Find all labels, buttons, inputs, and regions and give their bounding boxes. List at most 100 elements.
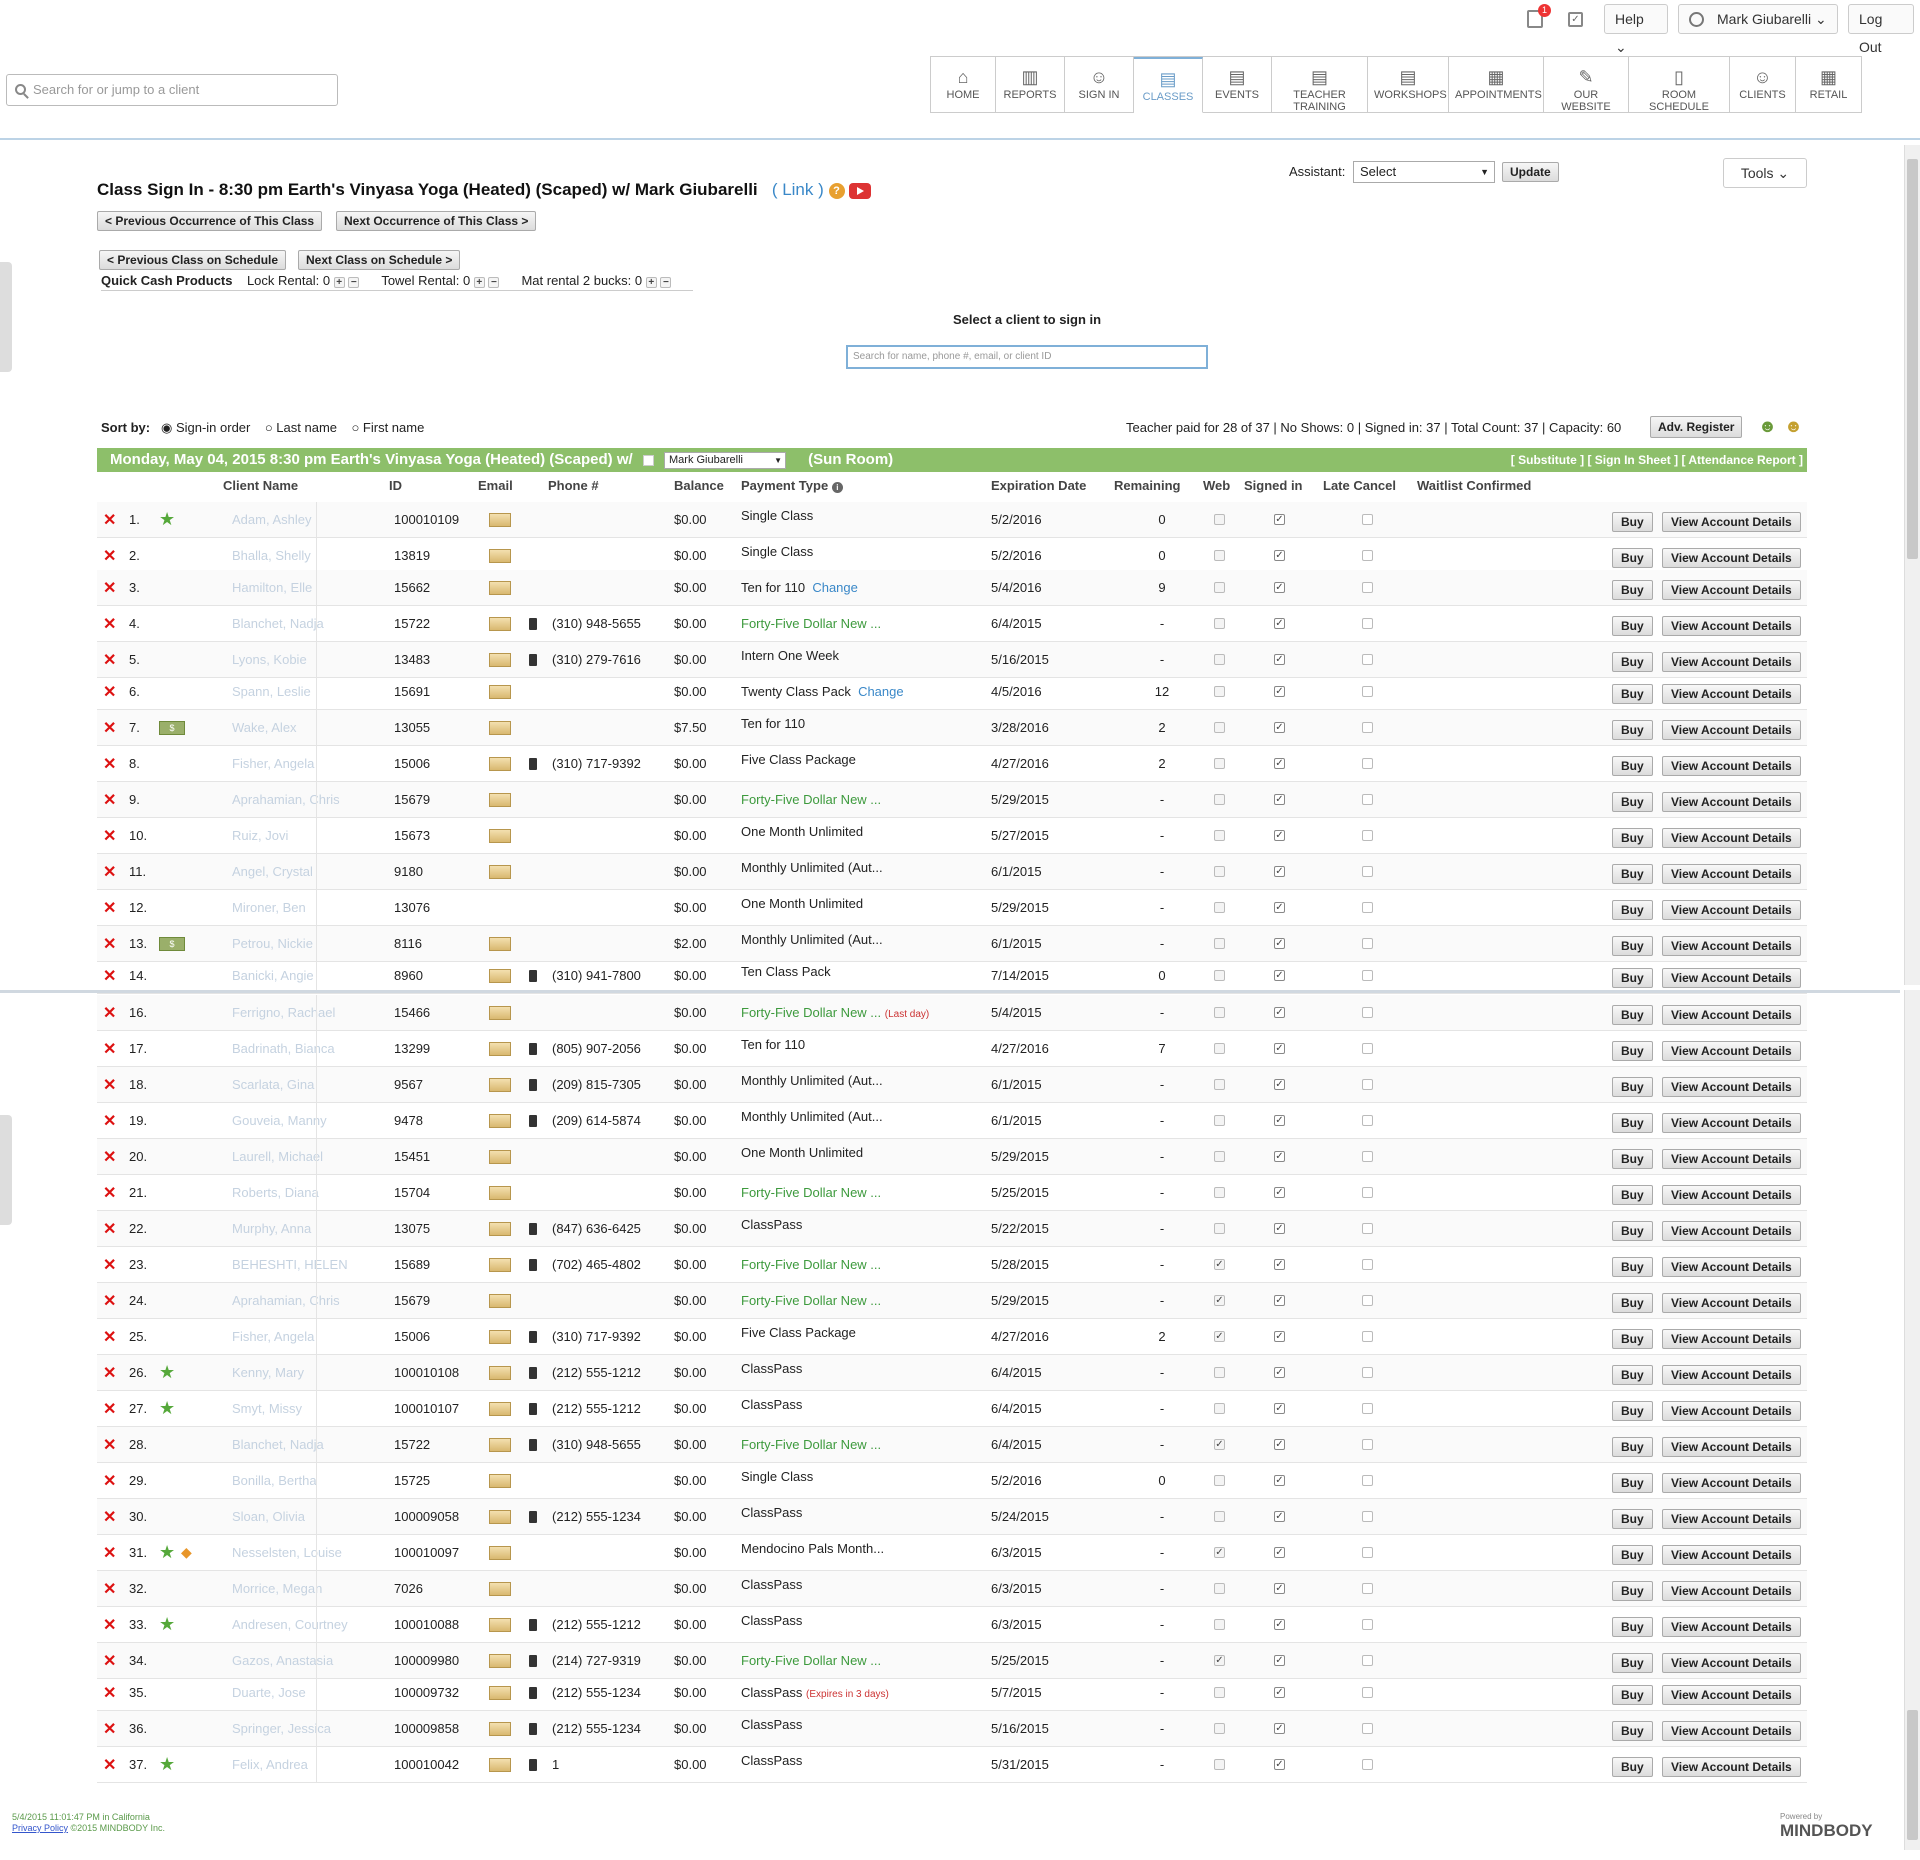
payment-type-label[interactable]: Forty-Five Dollar New ... [741, 1653, 881, 1668]
email-icon[interactable] [489, 829, 511, 843]
payment-type-label[interactable]: Forty-Five Dollar New ... [741, 1293, 881, 1308]
client-name-link[interactable]: Aprahamian, Chris [232, 1293, 340, 1308]
web-checkbox[interactable] [1214, 1115, 1225, 1126]
late-cancel-checkbox[interactable] [1362, 722, 1373, 733]
view-account-details-button[interactable]: View Account Details [1662, 1221, 1801, 1241]
late-cancel-checkbox[interactable] [1362, 1687, 1373, 1698]
view-account-details-button[interactable]: View Account Details [1662, 1401, 1801, 1421]
remove-icon[interactable]: ✕ [103, 1683, 116, 1703]
late-cancel-checkbox[interactable] [1362, 1655, 1373, 1666]
client-name-link[interactable]: Fisher, Angela [232, 756, 314, 771]
remove-icon[interactable]: ✕ [103, 862, 116, 882]
email-icon[interactable] [489, 937, 511, 951]
client-name-link[interactable]: Gouveia, Manny [232, 1113, 327, 1128]
client-name-link[interactable]: Roberts, Diana [232, 1185, 319, 1200]
late-cancel-checkbox[interactable] [1362, 1187, 1373, 1198]
buy-button[interactable]: Buy [1612, 684, 1653, 704]
signed-in-checkbox[interactable]: ✓ [1274, 1687, 1285, 1698]
web-checkbox[interactable] [1214, 582, 1225, 593]
col-client-name[interactable]: Client Name [223, 478, 298, 493]
payment-type-label[interactable]: Forty-Five Dollar New ... [741, 1185, 881, 1200]
view-account-details-button[interactable]: View Account Details [1662, 512, 1801, 532]
buy-button[interactable]: Buy [1612, 1437, 1653, 1457]
col-balance[interactable]: Balance [674, 478, 724, 493]
scrollbar-thumb[interactable] [1907, 159, 1918, 559]
signed-in-checkbox[interactable]: ✓ [1274, 1259, 1285, 1270]
email-icon[interactable] [489, 1722, 511, 1736]
class-link[interactable]: Link [782, 180, 813, 199]
web-checkbox[interactable] [1214, 970, 1225, 981]
signed-in-checkbox[interactable]: ✓ [1274, 514, 1285, 525]
remove-icon[interactable]: ✕ [103, 1435, 116, 1455]
tools-dropdown[interactable]: Tools ⌄ [1723, 158, 1807, 188]
signed-in-checkbox[interactable]: ✓ [1274, 654, 1285, 665]
view-account-details-button[interactable]: View Account Details [1662, 1005, 1801, 1025]
email-icon[interactable] [489, 1186, 511, 1200]
buy-button[interactable]: Buy [1612, 968, 1653, 988]
client-name-link[interactable]: Morrice, Megan [232, 1581, 322, 1596]
client-name-link[interactable]: Bonilla, Bertha [232, 1473, 317, 1488]
nav-workshops[interactable]: ▤ WORKSHOPS [1368, 57, 1449, 113]
email-icon[interactable] [489, 653, 511, 667]
remove-icon[interactable]: ✕ [103, 1755, 116, 1775]
late-cancel-checkbox[interactable] [1362, 1759, 1373, 1770]
view-account-details-button[interactable]: View Account Details [1662, 1113, 1801, 1133]
email-icon[interactable] [489, 1654, 511, 1668]
late-cancel-checkbox[interactable] [1362, 938, 1373, 949]
change-link[interactable]: Change [812, 580, 858, 595]
change-link[interactable]: Change [858, 684, 904, 699]
email-icon[interactable] [489, 1006, 511, 1020]
signed-in-checkbox[interactable]: ✓ [1274, 902, 1285, 913]
scrollbar-top[interactable] [1904, 145, 1920, 985]
remove-icon[interactable]: ✕ [103, 1291, 116, 1311]
scrollbar-bottom[interactable] [1904, 990, 1920, 1850]
web-checkbox[interactable] [1214, 1475, 1225, 1486]
buy-button[interactable]: Buy [1612, 1221, 1653, 1241]
late-cancel-checkbox[interactable] [1362, 1079, 1373, 1090]
signed-in-checkbox[interactable]: ✓ [1274, 1655, 1285, 1666]
nav-reports[interactable]: ▥ REPORTS [996, 57, 1065, 113]
email-icon[interactable] [489, 865, 511, 879]
view-account-details-button[interactable]: View Account Details [1662, 684, 1801, 704]
minus-icon[interactable]: − [488, 277, 500, 288]
signed-in-checkbox[interactable]: ✓ [1274, 582, 1285, 593]
signed-in-checkbox[interactable]: ✓ [1274, 1547, 1285, 1558]
buy-button[interactable]: Buy [1612, 512, 1653, 532]
nav-appointments[interactable]: ▦ APPOINTMENTS [1449, 57, 1544, 113]
remove-icon[interactable]: ✕ [103, 1507, 116, 1527]
view-account-details-button[interactable]: View Account Details [1662, 652, 1801, 672]
web-checkbox[interactable]: ✓ [1214, 1439, 1225, 1450]
remove-icon[interactable]: ✕ [103, 1003, 116, 1023]
late-cancel-checkbox[interactable] [1362, 1367, 1373, 1378]
buy-button[interactable]: Buy [1612, 792, 1653, 812]
signed-in-checkbox[interactable]: ✓ [1274, 1223, 1285, 1234]
signed-in-checkbox[interactable]: ✓ [1274, 1043, 1285, 1054]
email-icon[interactable] [489, 581, 511, 595]
web-checkbox[interactable] [1214, 1687, 1225, 1698]
teacher-checkbox[interactable] [642, 454, 654, 466]
view-account-details-button[interactable]: View Account Details [1662, 1293, 1801, 1313]
client-name-link[interactable]: Banicki, Angie [232, 968, 314, 983]
remove-icon[interactable]: ✕ [103, 546, 116, 566]
remove-icon[interactable]: ✕ [103, 1039, 116, 1059]
client-name-link[interactable]: Badrinath, Bianca [232, 1041, 335, 1056]
signed-in-checkbox[interactable]: ✓ [1274, 722, 1285, 733]
web-checkbox[interactable] [1214, 1079, 1225, 1090]
client-name-link[interactable]: Lyons, Kobie [232, 652, 307, 667]
minus-icon[interactable]: − [660, 277, 672, 288]
client-name-link[interactable]: Angel, Crystal [232, 864, 313, 879]
late-cancel-checkbox[interactable] [1362, 1259, 1373, 1270]
client-name-link[interactable]: Blanchet, Nadja [232, 1437, 324, 1452]
view-account-details-button[interactable]: View Account Details [1662, 1721, 1801, 1741]
tasks-icon[interactable]: ✓ [1568, 12, 1583, 27]
view-account-details-button[interactable]: View Account Details [1662, 1685, 1801, 1705]
signed-in-checkbox[interactable]: ✓ [1274, 1295, 1285, 1306]
signed-in-checkbox[interactable]: ✓ [1274, 1367, 1285, 1378]
signed-in-checkbox[interactable]: ✓ [1274, 686, 1285, 697]
signed-in-checkbox[interactable]: ✓ [1274, 866, 1285, 877]
info-icon[interactable]: i [831, 482, 843, 493]
buy-button[interactable]: Buy [1612, 1329, 1653, 1349]
buy-button[interactable]: Buy [1612, 1005, 1653, 1025]
signed-in-checkbox[interactable]: ✓ [1274, 758, 1285, 769]
web-checkbox[interactable] [1214, 1043, 1225, 1054]
